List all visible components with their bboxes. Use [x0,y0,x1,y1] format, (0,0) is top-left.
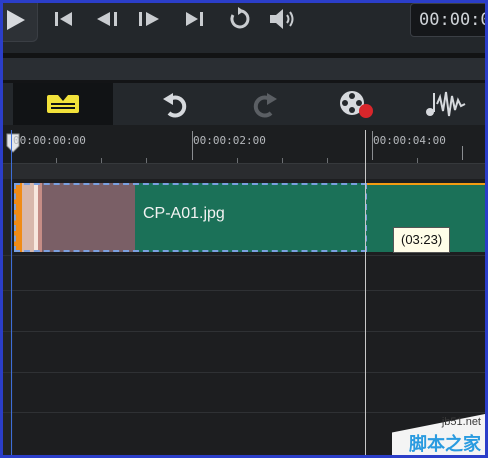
storyboard-timeline-toggle-button[interactable] [13,83,113,125]
track-divider [3,331,485,332]
track-divider [3,372,485,373]
redo-icon [253,93,277,118]
audio-waveform-icon [426,91,466,117]
track-divider [3,255,485,256]
duration-tooltip: (03:23) [393,227,451,253]
audio-mixer-button[interactable] [421,83,471,125]
step-back-icon [97,12,117,26]
watermark-url: jb51.net [441,416,481,428]
clip-name: CP-A01.jpg [143,205,225,222]
playhead-line [365,130,366,179]
panel-strip [3,58,485,80]
redo-button[interactable] [245,83,285,125]
volume-button[interactable] [266,3,300,35]
playhead-line[interactable] [365,179,366,455]
go-to-start-button[interactable] [51,3,77,35]
watermark: jb51.net 脚本之家 [392,414,485,455]
timeline-start-line [11,130,12,455]
skip-forward-icon [186,12,203,26]
ruler-label: 00:00:04:00 [373,134,446,147]
ruler-major-tick [462,146,463,160]
track-divider [3,290,485,291]
timeline-view-icon [47,95,79,113]
go-to-end-button[interactable] [180,3,210,35]
play-button[interactable] [3,3,38,42]
previous-frame-button[interactable] [92,3,124,35]
timecode-display: 00:00:0 [410,3,488,37]
undo-button[interactable] [155,83,195,125]
clip-trim-handle[interactable] [14,183,22,252]
speaker-icon [270,9,294,29]
undo-icon [163,93,187,118]
timeline-toolbar [3,83,485,125]
timeline-ruler[interactable]: 00:00:00:00 00:00:02:00 00:00:04:00 [3,125,485,163]
clip-thumbnail [42,183,135,252]
ruler-label: 00:00:00:00 [13,134,86,147]
skip-back-icon [55,12,72,26]
track-divider [3,412,485,413]
repeat-button[interactable] [225,3,253,35]
film-reel-record-icon [340,91,373,118]
watermark-site-name: 脚本之家 [409,434,481,455]
record-capture-button[interactable] [333,83,379,125]
ruler-base [3,163,485,180]
play-icon [7,10,25,30]
transport-bar: 00:00:0 [3,3,488,53]
next-frame-button[interactable] [134,3,166,35]
repeat-icon [230,7,250,29]
clip-thumbnail [22,183,34,252]
step-forward-icon [139,12,159,26]
ruler-label: 00:00:02:00 [193,134,266,147]
